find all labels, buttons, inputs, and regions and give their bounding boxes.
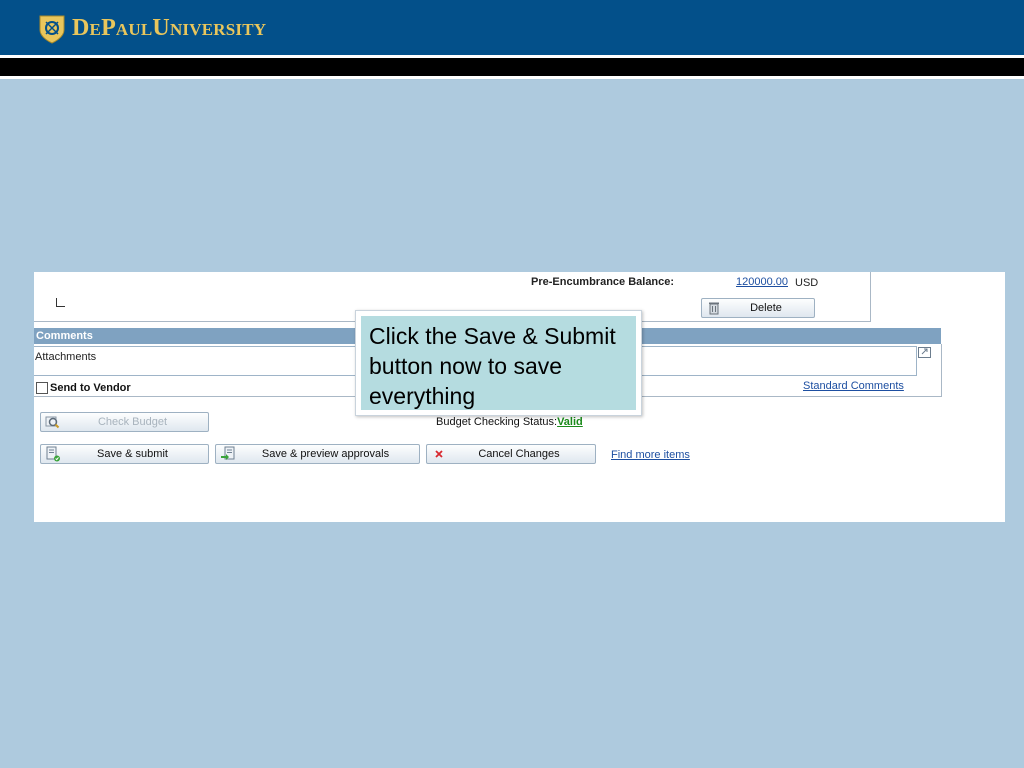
attachments-label: Attachments xyxy=(35,351,97,363)
depaul-seal-icon xyxy=(39,15,65,44)
header-rule-bottom xyxy=(0,76,1024,79)
send-to-vendor-label: Send to Vendor xyxy=(50,382,131,394)
budget-checking-status: Budget Checking Status:Valid xyxy=(436,416,583,428)
brand-name: DePaulUniversity xyxy=(72,15,267,41)
save-preview-label: Save & preview approvals xyxy=(261,448,390,460)
save-preview-approvals-button[interactable]: Save & preview approvals xyxy=(215,444,420,464)
budget-status-label: Budget Checking Status: xyxy=(436,416,558,428)
delete-button[interactable]: Delete xyxy=(701,298,815,318)
send-to-vendor-checkbox[interactable] xyxy=(36,382,48,394)
header-rule-black xyxy=(0,58,1024,76)
save-submit-button[interactable]: Save & submit xyxy=(40,444,209,464)
currency-unit: USD xyxy=(795,277,819,289)
cancel-changes-button[interactable]: Cancel Changes xyxy=(426,444,596,464)
expand-icon[interactable] xyxy=(918,347,931,358)
cancel-changes-label: Cancel Changes xyxy=(478,448,560,460)
trash-icon xyxy=(702,301,726,315)
standard-comments-link[interactable]: Standard Comments xyxy=(803,380,904,392)
find-more-items-link[interactable]: Find more items xyxy=(611,449,690,461)
document-check-icon xyxy=(41,446,65,462)
check-budget-button[interactable]: Check Budget xyxy=(40,412,209,432)
corner-mark xyxy=(56,298,65,307)
document-arrow-icon xyxy=(216,446,240,462)
budget-status-value[interactable]: Valid xyxy=(557,416,583,428)
delete-button-label: Delete xyxy=(750,302,782,314)
pre-encumbrance-value-link[interactable]: 120000.00 xyxy=(736,276,788,288)
check-budget-label: Check Budget xyxy=(97,416,168,428)
instruction-callout: Click the Save & Submit button now to sa… xyxy=(355,310,642,416)
pre-encumbrance-label: Pre-Encumbrance Balance: xyxy=(531,276,675,288)
magnifier-icon xyxy=(41,415,65,429)
save-submit-label: Save & submit xyxy=(97,448,168,460)
site-header: DePaulUniversity xyxy=(0,0,1024,55)
x-icon xyxy=(427,449,451,459)
callout-text: Click the Save & Submit button now to sa… xyxy=(361,316,636,410)
